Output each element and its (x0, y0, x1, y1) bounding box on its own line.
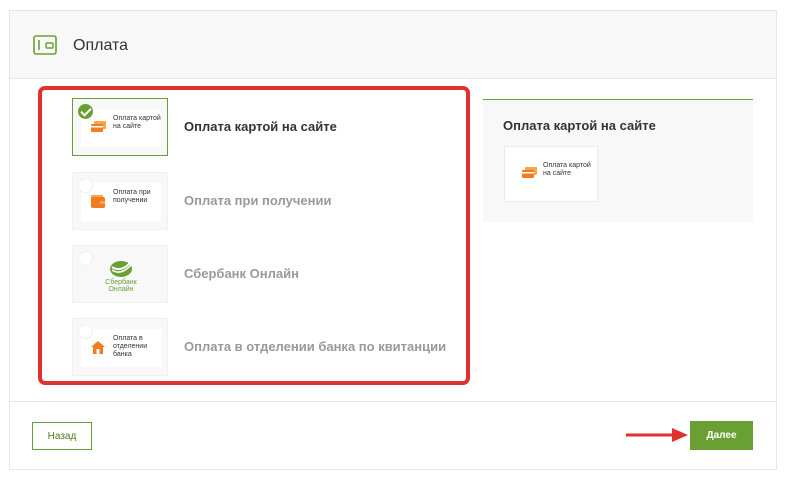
method-label: Оплата картой на сайте (184, 119, 337, 134)
sberbank-logo-text: Сбербанк Онлайн (105, 279, 137, 293)
selected-method-summary: Оплата картой на сайте Оплата картой на … (483, 99, 753, 222)
credit-card-icon (91, 121, 106, 132)
method-label: Оплата в отделении банка по квитанции (184, 339, 447, 354)
panel-header: Оплата (10, 11, 776, 79)
credit-card-icon (522, 167, 537, 178)
thumbnail-text: Оплата при получении (113, 189, 151, 204)
method-thumbnail: Сбербанк Онлайн (72, 245, 168, 303)
next-button[interactable]: Далее (690, 421, 753, 450)
thumbnail-card: Оплата при получении (81, 183, 161, 221)
method-label: Оплата при получении (184, 193, 332, 208)
radio-unchecked[interactable] (78, 324, 93, 339)
thumbnail-text: Оплата в отделении банка (113, 335, 148, 358)
arrow-right-icon (626, 428, 688, 442)
house-icon (91, 341, 105, 354)
thumbnail-text: Оплата картой на сайте (113, 115, 161, 130)
footer-divider (10, 401, 776, 402)
radio-unchecked[interactable] (78, 251, 93, 266)
thumbnail-card: Оплата картой на сайте (81, 109, 161, 147)
wallet-icon (33, 35, 57, 55)
radio-checked[interactable] (78, 104, 93, 119)
radio-unchecked[interactable] (78, 178, 93, 193)
panel-title: Оплата (73, 37, 129, 54)
summary-card-text: Оплата картой на сайте (543, 162, 591, 177)
back-button[interactable]: Назад (32, 422, 92, 450)
method-thumbnail: Оплата в отделении банка (72, 318, 168, 376)
sberbank-logo (110, 261, 132, 277)
method-label: Сбербанк Онлайн (184, 266, 299, 281)
summary-card: Оплата картой на сайте (504, 146, 598, 202)
method-thumbnail: Оплата при получении (72, 172, 168, 230)
method-thumbnail: Оплата картой на сайте (72, 98, 168, 156)
wallet-icon (91, 195, 105, 208)
summary-title: Оплата картой на сайте (503, 118, 656, 133)
thumbnail-card: Оплата в отделении банка (81, 329, 161, 367)
